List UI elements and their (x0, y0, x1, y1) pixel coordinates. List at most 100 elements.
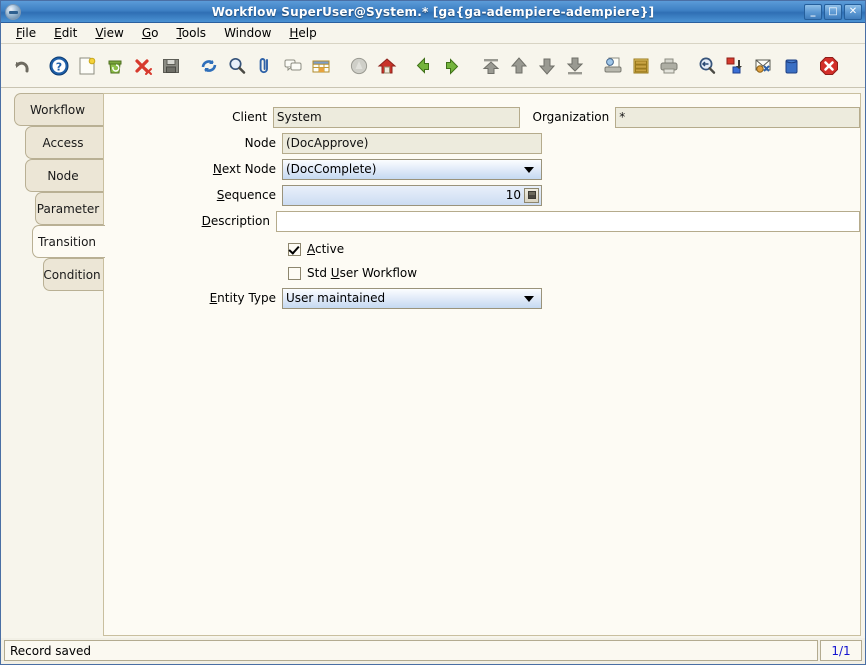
organization-field: * (615, 106, 860, 128)
tab-parameter-label: Parameter (36, 201, 100, 216)
requests-icon[interactable] (750, 51, 776, 81)
menu-edit-mnemonic: E (54, 26, 62, 40)
description-field[interactable] (275, 210, 860, 232)
refresh-icon[interactable] (196, 51, 222, 81)
home-icon[interactable] (374, 51, 400, 81)
detail-record-icon[interactable] (440, 51, 466, 81)
content-panel: Client System Organization * Node (DocAp… (103, 93, 861, 636)
node-label: Node (244, 136, 276, 150)
menu-file-label: ile (22, 26, 37, 40)
client-field: System (272, 106, 520, 128)
archive-icon[interactable] (628, 51, 654, 81)
delete-selection-icon[interactable] (130, 51, 156, 81)
product-info-icon[interactable] (778, 51, 804, 81)
next-record-icon[interactable] (534, 51, 560, 81)
menu-tools-label: ools (181, 26, 207, 40)
chevron-down-icon (524, 296, 534, 302)
calculator-icon[interactable] (524, 187, 539, 203)
node-field: (DocApprove) (282, 132, 542, 154)
tab-strip: Workflow Access Node Parameter Transitio… (5, 93, 105, 636)
last-record-icon[interactable] (562, 51, 588, 81)
title-bar: Workflow SuperUser@System.* [ga{ga-ademp… (1, 1, 865, 23)
active-checkbox[interactable] (288, 242, 301, 256)
active-row: Active (104, 239, 860, 259)
history-icon[interactable] (346, 51, 372, 81)
next-node-combo[interactable]: (DocComplete) (282, 158, 542, 180)
window-title: Workflow SuperUser@System.* [ga{ga-ademp… (211, 4, 655, 19)
find-icon[interactable] (224, 51, 250, 81)
previous-record-icon[interactable] (506, 51, 532, 81)
tab-access-label: Access (42, 135, 84, 150)
next-node-value: (DocComplete) (286, 162, 377, 176)
menu-window-label: Window (224, 26, 272, 40)
entity-type-row: Entity Type User maintained (104, 287, 860, 309)
app-window-icon (5, 3, 21, 20)
delete-record-icon[interactable] (102, 51, 128, 81)
menu-tools[interactable]: Tools (167, 24, 215, 42)
entity-type-label-text: ntity Type (217, 291, 276, 305)
window-controls: _ □ ✕ (804, 3, 862, 20)
svg-text:?: ? (56, 60, 62, 73)
next-node-label: Next Node (104, 162, 282, 176)
tab-parameter[interactable]: Parameter (35, 192, 104, 225)
next-node-row: Next Node (DocComplete) (104, 158, 860, 180)
menu-view[interactable]: View (86, 24, 132, 42)
std-user-workflow-label-pre: Std (307, 266, 331, 280)
status-bar: Record saved 1/1 (4, 640, 862, 661)
menu-window[interactable]: Window (215, 24, 280, 42)
entity-type-label: Entity Type (104, 291, 282, 305)
exit-icon[interactable] (816, 51, 842, 81)
description-label-text: escription (210, 214, 270, 228)
std-user-workflow-checkbox[interactable] (288, 266, 301, 280)
tab-node[interactable]: Node (25, 159, 104, 192)
active-label-text: ctive (315, 242, 345, 256)
status-message: Record saved (4, 640, 818, 661)
tab-access[interactable]: Access (25, 126, 104, 159)
next-node-mnemonic: N (212, 162, 222, 176)
std-user-workflow-label[interactable]: Std User Workflow (307, 266, 417, 280)
node-row: Node (DocApprove) (104, 132, 860, 154)
active-mnemonic: A (307, 242, 315, 256)
menu-edit[interactable]: Edit (45, 24, 86, 42)
chevron-down-icon (524, 167, 534, 173)
first-record-icon[interactable] (478, 51, 504, 81)
tab-condition[interactable]: Condition (43, 258, 104, 291)
tab-workflow[interactable]: Workflow (14, 93, 104, 126)
menu-help[interactable]: Help (280, 24, 325, 42)
menu-bar: File Edit View Go Tools Window Help (1, 23, 865, 44)
menu-file[interactable]: File (7, 24, 45, 42)
transition-form: Client System Organization * Node (DocAp… (104, 94, 860, 635)
minimize-button[interactable]: _ (804, 3, 822, 20)
parent-record-icon[interactable] (412, 51, 438, 81)
entity-type-combo[interactable]: User maintained (282, 287, 542, 309)
application-window: Workflow SuperUser@System.* [ga{ga-ademp… (0, 0, 866, 665)
chat-icon[interactable] (280, 51, 306, 81)
std-user-workflow-mnemonic: U (330, 266, 340, 280)
description-label: Description (104, 214, 276, 228)
zoom-across-icon[interactable] (694, 51, 720, 81)
menu-go[interactable]: Go (133, 24, 168, 42)
client-row: Client System Organization * (104, 106, 860, 128)
client-label: Client (232, 110, 267, 124)
active-label[interactable]: Active (307, 242, 344, 256)
sequence-value: 10 (505, 188, 521, 202)
report-icon[interactable] (600, 51, 626, 81)
sequence-label-text: equence (224, 188, 276, 202)
tab-workflow-label: Workflow (29, 102, 86, 117)
toolbar: ? (1, 44, 865, 88)
sequence-label: Sequence (104, 188, 282, 202)
maximize-button[interactable]: □ (824, 3, 842, 20)
entity-type-value: User maintained (286, 291, 386, 305)
new-record-icon[interactable] (74, 51, 100, 81)
active-workflow-icon[interactable] (722, 51, 748, 81)
grid-toggle-icon[interactable] (308, 51, 334, 81)
print-icon[interactable] (656, 51, 682, 81)
attachment-icon[interactable] (252, 51, 278, 81)
close-button[interactable]: ✕ (844, 3, 862, 20)
save-icon[interactable] (158, 51, 184, 81)
tab-transition[interactable]: Transition (32, 225, 105, 258)
sequence-field[interactable]: 10 (282, 184, 542, 206)
sequence-row: Sequence 10 (104, 184, 860, 206)
undo-icon[interactable] (8, 51, 34, 81)
help-icon[interactable]: ? (46, 51, 72, 81)
